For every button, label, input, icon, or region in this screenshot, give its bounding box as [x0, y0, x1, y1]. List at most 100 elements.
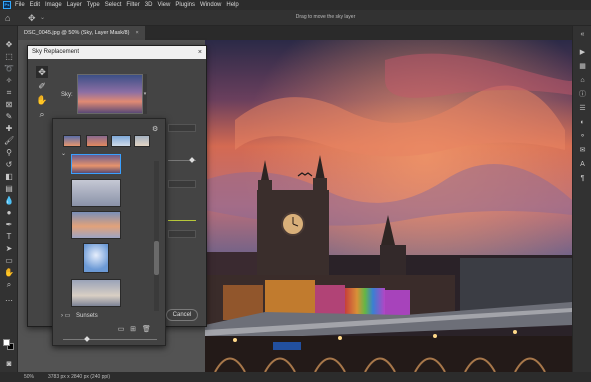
- crop-tool-icon[interactable]: ⌗: [4, 88, 14, 98]
- collapse-panels-icon[interactable]: «: [578, 30, 587, 39]
- thumbnail-size-slider[interactable]: [63, 336, 157, 342]
- sky-preset-thumbnail[interactable]: [86, 135, 108, 147]
- path-selection-tool-icon[interactable]: ➤: [4, 244, 14, 254]
- rectangle-tool-icon[interactable]: ▭: [4, 256, 14, 266]
- document-tab-title: DSC_0045.jpg @ 50% (Sky, Layer Mask/8): [24, 30, 130, 36]
- document-tab[interactable]: DSC_0045.jpg @ 50% (Sky, Layer Mask/8) ×: [18, 26, 145, 40]
- menu-type[interactable]: Type: [87, 0, 100, 10]
- sky-preset-thumbnail[interactable]: [71, 179, 121, 207]
- sunsets-folder-row[interactable]: › ▭ Sunsets: [61, 311, 156, 321]
- options-bar: ⌂ ✥ ⌄ Drag to move the sky layer: [0, 10, 591, 26]
- thumbnail-size-thumb[interactable]: [84, 336, 90, 342]
- sky-preset-thumbnail[interactable]: [71, 279, 121, 307]
- sky-preset-thumbnail[interactable]: [71, 211, 121, 239]
- hand-icon[interactable]: ✋: [36, 94, 48, 106]
- healing-brush-tool-icon[interactable]: ✚: [4, 124, 14, 134]
- menu-3d[interactable]: 3D: [145, 0, 153, 10]
- frame-tool-icon[interactable]: ⊠: [4, 100, 14, 110]
- paths-icon[interactable]: ⚬: [578, 132, 587, 141]
- lasso-tool-icon[interactable]: ➰: [4, 64, 14, 74]
- sky-preset-thumbnail[interactable]: [63, 135, 81, 147]
- dodge-tool-icon[interactable]: ●: [4, 208, 14, 218]
- dialog-title-bar[interactable]: Sky Replacement ×: [28, 46, 206, 59]
- dialog-title: Sky Replacement: [32, 49, 80, 55]
- menu-help[interactable]: Help: [226, 0, 238, 10]
- photoshop-window: Ps File Edit Image Layer Type Select Fil…: [0, 0, 591, 382]
- gear-icon[interactable]: ⚙: [152, 125, 158, 133]
- sky-preset-thumbnail[interactable]: [111, 135, 131, 147]
- move-tool-icon[interactable]: ✥: [4, 40, 14, 50]
- picker-scrollbar-thumb[interactable]: [154, 241, 159, 275]
- blur-tool-icon[interactable]: 💧: [4, 196, 14, 206]
- close-icon[interactable]: ×: [198, 46, 202, 59]
- quick-mask-icon[interactable]: ◙: [4, 359, 14, 369]
- clone-stamp-tool-icon[interactable]: ⚲: [4, 148, 14, 158]
- menu-edit[interactable]: Edit: [30, 0, 40, 10]
- marquee-tool-icon[interactable]: ⬚: [4, 52, 14, 62]
- foreground-color-swatch[interactable]: [3, 339, 10, 346]
- app-logo: Ps: [3, 1, 11, 9]
- panel-dock: « ▶ ▦ ⌂ ⓘ ☰ ◐ ⚬ ✉ A ¶: [572, 26, 591, 372]
- shift-edge-field[interactable]: [168, 124, 196, 132]
- menu-image[interactable]: Image: [45, 0, 62, 10]
- magic-wand-tool-icon[interactable]: ✧: [4, 76, 14, 86]
- move-tool-icon[interactable]: ✥: [36, 66, 48, 78]
- menu-layer[interactable]: Layer: [67, 0, 82, 10]
- menu-file[interactable]: File: [15, 0, 25, 10]
- eraser-tool-icon[interactable]: ◧: [4, 172, 14, 182]
- zoom-icon[interactable]: ⌕: [36, 108, 48, 120]
- sky-preset-thumbnail-selected[interactable]: [71, 154, 121, 174]
- picker-scrollbar[interactable]: [154, 161, 159, 311]
- brightness-field[interactable]: [168, 180, 196, 188]
- picker-footer: ▭ ⊞ 🗑: [53, 326, 165, 336]
- info-icon[interactable]: ⓘ: [578, 90, 587, 99]
- play-icon[interactable]: ▶: [578, 48, 587, 57]
- menu-view[interactable]: View: [157, 0, 170, 10]
- zoom-level[interactable]: 50%: [24, 374, 34, 380]
- pen-tool-icon[interactable]: ✒: [4, 220, 14, 230]
- cancel-button[interactable]: Cancel: [166, 309, 198, 321]
- chevron-right-icon: ›: [61, 313, 63, 319]
- hand-tool-icon[interactable]: ✋: [4, 268, 14, 278]
- folder-icon: ▭: [64, 313, 71, 319]
- menu-bar: Ps File Edit Image Layer Type Select Fil…: [0, 0, 591, 10]
- history-icon[interactable]: ⌂: [578, 76, 587, 85]
- history-brush-tool-icon[interactable]: ↺: [4, 160, 14, 170]
- sky-brush-icon[interactable]: ✐: [36, 80, 48, 92]
- eyedropper-tool-icon[interactable]: ✎: [4, 112, 14, 122]
- menu-plugins[interactable]: Plugins: [175, 0, 195, 10]
- sky-preset-thumbnail[interactable]: [134, 135, 150, 147]
- zoom-tool-icon[interactable]: ⌕: [4, 280, 14, 290]
- sky-picker-popup: ⚙ ⌄ › ▭ Sunsets ▭ ⊞ 🗑: [52, 118, 166, 346]
- layers-icon[interactable]: ▦: [578, 62, 587, 71]
- brush-tool-icon[interactable]: 🖌: [4, 136, 14, 146]
- gradient-tool-icon[interactable]: ▤: [4, 184, 14, 194]
- scale-field[interactable]: [168, 230, 196, 238]
- sky-preview-thumbnail[interactable]: [77, 74, 143, 114]
- station-photo: [205, 40, 572, 372]
- sky-preset-thumbnail[interactable]: [83, 243, 109, 273]
- temperature-slider[interactable]: [168, 220, 196, 221]
- type-tool-icon[interactable]: T: [4, 232, 14, 242]
- new-folder-icon[interactable]: ▭: [117, 326, 125, 334]
- document-canvas[interactable]: [205, 40, 572, 372]
- character-icon[interactable]: A: [578, 160, 587, 169]
- trash-icon[interactable]: 🗑: [142, 326, 151, 334]
- tools-panel: ✥ ⬚ ➰ ✧ ⌗ ⊠ ✎ ✚ 🖌 ⚲ ↺ ◧ ▤ 💧 ● ✒ T ➤ ▭ ✋ …: [0, 26, 18, 372]
- menu-filter[interactable]: Filter: [126, 0, 139, 10]
- chevron-down-icon[interactable]: ▾: [143, 74, 147, 114]
- chevron-down-icon: ⌄: [61, 151, 67, 157]
- add-icon[interactable]: ⊞: [129, 326, 137, 334]
- options-hint: Drag to move the sky layer: [295, 14, 356, 20]
- close-icon[interactable]: ×: [135, 30, 138, 36]
- document-tab-bar: DSC_0045.jpg @ 50% (Sky, Layer Mask/8) ×: [18, 26, 572, 40]
- menu-window[interactable]: Window: [200, 0, 221, 10]
- fade-edge-thumb[interactable]: [189, 157, 195, 163]
- comment-icon[interactable]: ✉: [578, 146, 587, 155]
- paragraph-icon[interactable]: ¶: [578, 174, 587, 183]
- more-tools-icon[interactable]: ⋯: [4, 296, 14, 306]
- menu-select[interactable]: Select: [105, 0, 122, 10]
- adjustments-icon[interactable]: ☰: [578, 104, 587, 113]
- sky-adjustment-controls: [168, 120, 196, 320]
- channels-icon[interactable]: ◐: [578, 118, 587, 127]
